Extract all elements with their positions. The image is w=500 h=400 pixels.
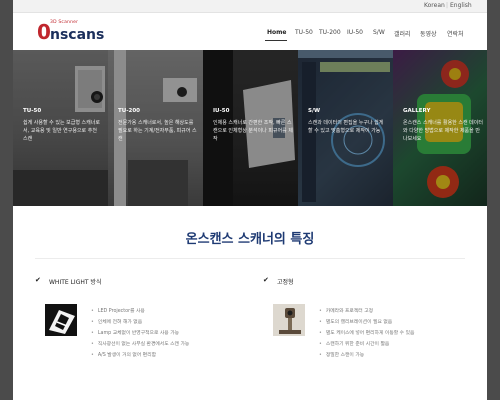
nav-sw[interactable]: S/W xyxy=(373,29,385,36)
logo-wordmark: nscans xyxy=(50,27,105,43)
panel-title: TU-50 xyxy=(23,108,42,114)
language-korean-link[interactable]: Korean xyxy=(424,2,445,9)
features-title: 온스캔스 스캐너의 특징 xyxy=(185,232,315,247)
hero-panel-sw[interactable]: S/W 스캔과 데이터의 편집을 누구나 쉽게 할 수 있고 맞춤형으로 제작이… xyxy=(298,50,393,206)
list-item: 정밀한 스캔이 가능 xyxy=(319,350,414,361)
language-english-link[interactable]: English xyxy=(450,2,472,9)
panel-description: 인체용 스캐너로 간편한 조작, 빠른 스캔으로 인체형상 분석이나 피규어를 … xyxy=(213,120,293,142)
panel-description: 쉽게 사용할 수 있는 보급형 스캐너로서, 교육용 및 일반 연구용으로 추천… xyxy=(23,120,100,142)
check-icon: ✔ xyxy=(35,276,41,284)
hero-panel-tu-50[interactable]: TU-50 쉽게 사용할 수 있는 보급형 스캐너로서, 교육용 및 일반 연구… xyxy=(13,50,108,206)
onscans-logo[interactable]: 3D Scanner 0 nscans xyxy=(37,20,104,44)
list-item: 별도의 캘리브레이션이 필요 없음 xyxy=(319,317,414,328)
list-item: Lamp 교체없이 반영구적으로 사용 가능 xyxy=(91,328,189,339)
list-item: 별도 케이스에 넣어 편리하게 이동할 수 있음 xyxy=(319,328,415,339)
list-item: 직사광선이 없는 사무실 환경에서도 스캔 가능 xyxy=(91,339,189,350)
panel-description: 스캔과 데이터의 편집을 누구나 쉽게 할 수 있고 맞춤형으로 제작이 가능 xyxy=(308,120,384,134)
check-icon: ✔ xyxy=(263,276,269,284)
nav-videos[interactable]: 동영상 xyxy=(420,29,437,38)
list-item: 스캔하기 위한 준비 시간이 짧음 xyxy=(319,339,414,350)
feature-list: LED Projector를 사용 인체에 전혀 해가 없음 Lamp 교체없이… xyxy=(91,306,189,361)
features-section: 온스캔스 스캐너의 특징 ✔ WHITE LIGHT 방식 LED Projec… xyxy=(13,206,487,400)
features-divider xyxy=(35,258,465,259)
list-item: A/S 발생이 거의 없어 편리함 xyxy=(91,350,189,361)
page-frame: Korean | English 3D Scanner 0 nscans Hom… xyxy=(13,0,487,400)
list-item: LED Projector를 사용 xyxy=(91,306,189,317)
feature-list: 카메라와 프로젝터 고정 별도의 캘리브레이션이 필요 없음 별도 케이스에 넣… xyxy=(319,306,415,361)
nav-home[interactable]: Home xyxy=(267,29,286,36)
feature-heading: WHITE LIGHT 방식 xyxy=(49,279,102,286)
logo-zero: 0 xyxy=(37,20,51,44)
panel-description: 온스캔스 스캐너를 활용한 스캔 데이터와 다양한 방법으로 제작한 제품을 만… xyxy=(403,120,483,142)
list-item: 인체에 전혀 해가 없음 xyxy=(91,317,189,328)
panel-title: IU-50 xyxy=(213,108,230,114)
language-separator: | xyxy=(446,2,449,9)
panel-title: S/W xyxy=(308,108,321,114)
logo-tagline: 3D Scanner xyxy=(50,20,79,25)
panel-title: GALLERY xyxy=(403,108,431,114)
list-item: 카메라와 프로젝터 고정 xyxy=(319,306,414,317)
feature-heading: 고정형 xyxy=(277,279,294,286)
hero-panel-gallery[interactable]: GALLERY 온스캔스 스캐너를 활용한 스캔 데이터와 다양한 방법으로 제… xyxy=(393,50,487,206)
hero-panel-tu-200[interactable]: TU-200 전문가용 스캐너로서, 높은 해상도를 필요로 하는 기계/전자부… xyxy=(108,50,203,206)
nav-contact[interactable]: 연락처 xyxy=(447,29,464,38)
white-light-image xyxy=(45,304,77,336)
top-utility-bar: Korean | English xyxy=(13,0,487,13)
nav-gallery[interactable]: 갤러리 xyxy=(394,29,411,38)
fixed-scanner-image xyxy=(273,304,305,336)
nav-tu-200[interactable]: TU-200 xyxy=(319,29,341,36)
nav-iu-50[interactable]: IU-50 xyxy=(347,29,363,36)
panel-title: TU-200 xyxy=(118,108,140,114)
hero-panel-iu-50[interactable]: IU-50 인체용 스캐너로 간편한 조작, 빠른 스캔으로 인체형상 분석이나… xyxy=(203,50,298,206)
hero-product-panels: TU-50 쉽게 사용할 수 있는 보급형 스캐너로서, 교육용 및 일반 연구… xyxy=(13,50,487,206)
site-header: 3D Scanner 0 nscans Home TU-50 TU-200 IU… xyxy=(13,13,487,50)
nav-active-underline xyxy=(265,40,287,41)
nav-tu-50[interactable]: TU-50 xyxy=(295,29,313,36)
panel-description: 전문가용 스캐너로서, 높은 해상도를 필요로 하는 기계/전자부품, 피규어 … xyxy=(118,120,197,142)
